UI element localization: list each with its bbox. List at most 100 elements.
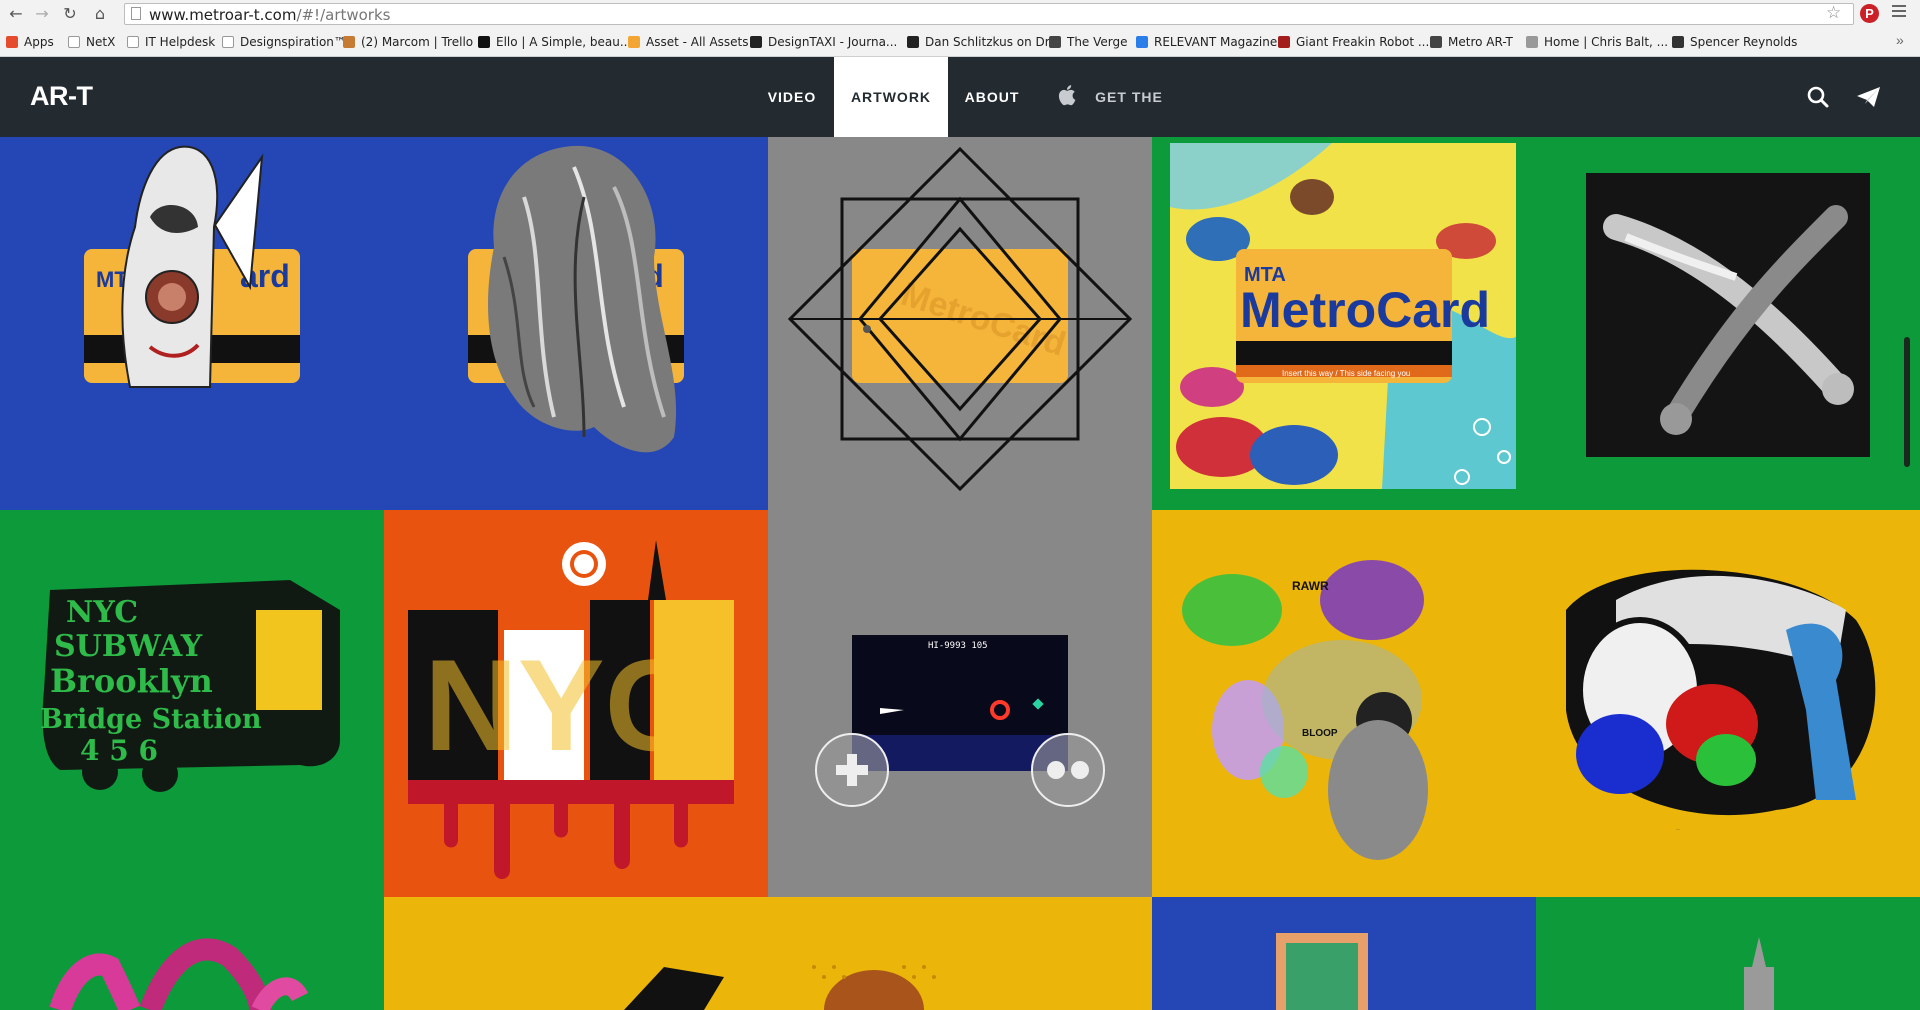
- relevant-icon: [1136, 36, 1148, 48]
- url-host: www.metroar-t.com: [149, 6, 297, 24]
- bookmark-label: Giant Freakin Robot ...: [1296, 35, 1430, 49]
- bookmark-label: RELEVANT Magazine: [1154, 35, 1278, 49]
- artwork-tile-nyc-skyline[interactable]: NYC: [384, 510, 768, 897]
- artwork-mask-face-image: MTA ard: [84, 145, 300, 388]
- card-stripe-text: Insert this way / This side facing you: [1282, 369, 1410, 378]
- artwork-tile-poster[interactable]: [1152, 897, 1536, 1010]
- bookmark-label: Ello | A Simple, beau...: [496, 35, 632, 49]
- art-icon: [1430, 36, 1442, 48]
- bookmark-item[interactable]: Home | Chris Balt, ...: [1526, 34, 1668, 50]
- apps-grid-icon: [6, 36, 18, 48]
- reload-icon[interactable]: ↻: [60, 4, 80, 24]
- designtaxi-icon: [750, 36, 762, 48]
- bookmark-item[interactable]: Spencer Reynolds: [1672, 34, 1797, 50]
- bookmark-item[interactable]: RELEVANT Magazine: [1136, 34, 1277, 50]
- bookmark-item[interactable]: Asset - All Assets: [628, 34, 749, 50]
- subway-line-5: 4 5 6: [80, 734, 158, 767]
- url-text: www.metroar-t.com/#!/artworks: [149, 6, 390, 24]
- artwork-monkey-image: [624, 965, 936, 1010]
- bookmark-item[interactable]: Apps: [6, 34, 54, 50]
- artwork-monsters-image: RAWR BLOOP: [1182, 560, 1428, 860]
- browser-chrome: ← → ↻ ⌂ www.metroar-t.com/#!/artworks ☆ …: [0, 0, 1920, 57]
- artwork-tile-geometric[interactable]: MetroCard: [768, 137, 1152, 510]
- back-arrow-icon[interactable]: ←: [6, 4, 26, 24]
- action-buttons[interactable]: [1031, 733, 1105, 807]
- page-icon: [127, 36, 139, 48]
- bookmark-label: Asset - All Assets: [646, 35, 749, 49]
- bookmark-item[interactable]: (2) Marcom | Trello: [343, 34, 473, 50]
- artwork-nyc-subway-image: NYC SUBWAY Brooklyn Bridge Station 4 5 6: [40, 580, 340, 792]
- nav-artwork[interactable]: ARTWORK: [834, 57, 948, 137]
- bookmark-item[interactable]: Designspiration™: [222, 34, 346, 50]
- bookmark-label: DesignTAXI - Journa...: [768, 35, 898, 49]
- bookmark-item[interactable]: DesignTAXI - Journa...: [750, 34, 897, 50]
- bookmark-item[interactable]: NetX: [68, 34, 115, 50]
- artwork-game-image: HI-9993 105: [815, 635, 1105, 807]
- bookmark-label: NetX: [86, 35, 116, 49]
- artwork-metrocard-animals-image: MTA MetroCard Insert this way / This sid…: [1170, 143, 1516, 489]
- bookmark-label: Metro AR-T: [1448, 35, 1513, 49]
- artwork-tile-monkey[interactable]: [384, 897, 1152, 1010]
- artwork-tile-graffiti[interactable]: GetLost: [1536, 510, 1920, 897]
- bookmark-label: Designspiration™: [240, 35, 346, 49]
- artwork-lettering-image: [49, 938, 309, 1010]
- page-icon: [131, 7, 141, 20]
- page-icon: [222, 36, 234, 48]
- bookmark-item[interactable]: Ello | A Simple, beau...: [478, 34, 631, 50]
- url-path: /#!/artworks: [296, 6, 391, 24]
- person-icon: [1526, 36, 1538, 48]
- artwork-building-image: [1744, 937, 1774, 1010]
- artwork-tile-hair[interactable]: ard: [384, 137, 768, 510]
- address-bar[interactable]: www.metroar-t.com/#!/artworks: [124, 3, 1854, 25]
- bookmark-item[interactable]: Giant Freakin Robot ...: [1278, 34, 1429, 50]
- bloop-text: BLOOP: [1302, 728, 1338, 739]
- subway-line-3: Brooklyn: [50, 662, 213, 700]
- nyc-text: NYC: [424, 632, 698, 778]
- asset-icon: [628, 36, 640, 48]
- nav-video[interactable]: VIDEO: [756, 57, 828, 137]
- artwork-tile-monsters[interactable]: RAWR BLOOP: [1152, 510, 1536, 897]
- browser-menu-icon[interactable]: [1892, 5, 1906, 20]
- artwork-gallery: MTA ard ard MetroCard: [0, 137, 1920, 1010]
- bookmark-label: (2) Marcom | Trello: [361, 35, 474, 49]
- artwork-tile-arms[interactable]: [1536, 137, 1920, 510]
- home-icon[interactable]: ⌂: [90, 4, 110, 24]
- bookmark-label: IT Helpdesk: [145, 35, 216, 49]
- artwork-nyc-skyline-image: NYC: [408, 540, 734, 879]
- subway-line-2: SUBWAY: [54, 629, 203, 664]
- subway-line-1: NYC: [66, 595, 138, 630]
- artwork-tile-nyc-subway[interactable]: NYC SUBWAY Brooklyn Bridge Station 4 5 6: [0, 510, 384, 897]
- page-icon: [68, 36, 80, 48]
- drop-icon: [907, 36, 919, 48]
- bookmarks-bar: Apps NetX IT Helpdesk Designspiration™ (2) M…: [0, 30, 1920, 54]
- bookmark-label: The Verge: [1067, 35, 1128, 49]
- apple-icon: [1058, 85, 1076, 106]
- search-icon[interactable]: [1806, 85, 1830, 109]
- site-logo[interactable]: AR-T: [30, 81, 93, 112]
- metrocard-text: MetroCard: [1240, 282, 1490, 338]
- artwork-graffiti-image: GetLost: [1566, 569, 1876, 831]
- forward-arrow-icon[interactable]: →: [32, 4, 52, 24]
- box-icon: [1672, 36, 1684, 48]
- bookmark-item[interactable]: IT Helpdesk: [127, 34, 215, 50]
- bookmark-label: Spencer Reynolds: [1690, 35, 1798, 49]
- artwork-tile-game[interactable]: HI-9993 105: [768, 510, 1152, 897]
- bookmark-item[interactable]: Dan Schlitzkus on Dr...: [907, 34, 1060, 50]
- paper-plane-icon[interactable]: [1856, 85, 1882, 109]
- nav-get-the-app[interactable]: GET THE APP: [1082, 57, 1176, 185]
- bookmark-item[interactable]: Metro AR-T: [1430, 34, 1513, 50]
- artwork-tile-building[interactable]: [1536, 897, 1920, 1010]
- bookmark-item[interactable]: The Verge: [1049, 34, 1128, 50]
- artwork-tile-metrocard-animals[interactable]: MTA MetroCard Insert this way / This sid…: [1152, 137, 1536, 510]
- bookmark-star-icon[interactable]: ☆: [1826, 3, 1841, 23]
- artwork-tile-mask-face[interactable]: MTA ard: [0, 137, 384, 510]
- rawr-text: RAWR: [1292, 579, 1329, 593]
- page-scrollbar[interactable]: [1904, 337, 1910, 467]
- pinterest-icon[interactable]: P: [1860, 4, 1879, 23]
- bookmarks-overflow[interactable]: »: [1896, 32, 1904, 48]
- site-header: AR-T VIDEO ARTWORK ABOUT GET THE APP: [0, 57, 1920, 185]
- nav-about[interactable]: ABOUT: [958, 57, 1026, 137]
- bookmark-label: Dan Schlitzkus on Dr...: [925, 35, 1061, 49]
- artwork-tile-lettering[interactable]: [0, 897, 384, 1010]
- address-row: ← → ↻ ⌂ www.metroar-t.com/#!/artworks ☆ …: [0, 0, 1920, 28]
